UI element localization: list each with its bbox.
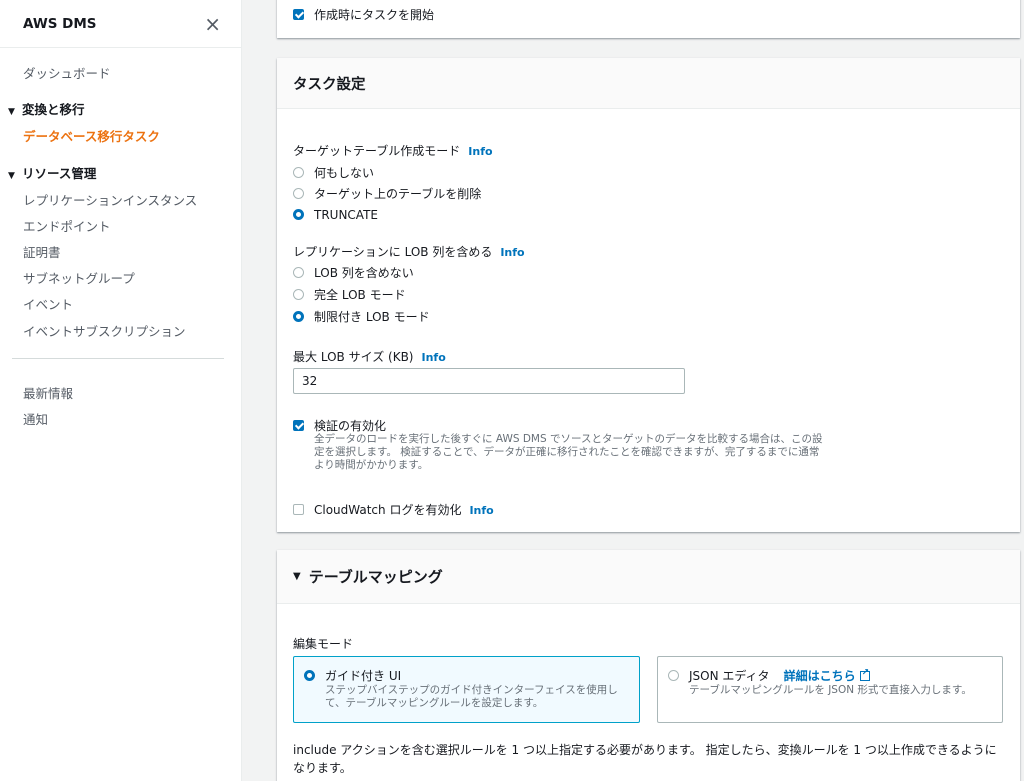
- json-editor-tile[interactable]: JSON エディタ詳細はこちら テーブルマッピングルールを JSON 形式で直接…: [657, 656, 1003, 723]
- info-link[interactable]: Info: [500, 246, 524, 259]
- radio-label: 制限付き LOB モード: [314, 310, 430, 324]
- task-settings-title: タスク設定: [277, 58, 1020, 109]
- sidebar-divider: [12, 358, 224, 359]
- nav-notifications[interactable]: 通知: [23, 409, 48, 428]
- table-mapping-header[interactable]: ▼ テーブルマッピング: [277, 550, 1020, 604]
- edit-mode-label: 編集モード: [293, 637, 354, 651]
- checkbox-label: CloudWatch ログを有効化: [314, 503, 462, 517]
- sidebar-title[interactable]: AWS DMS: [23, 16, 97, 32]
- tile-title: ガイド付き UI: [325, 669, 402, 683]
- radio-selected-icon: [293, 209, 304, 220]
- nav-dashboard[interactable]: ダッシュボード: [23, 63, 111, 82]
- table-mapping-card: ▼ テーブルマッピング 編集モード ガイド付き UI ステップバイステップのガイド…: [277, 550, 1020, 781]
- field-label: ターゲットテーブル作成モード: [293, 144, 461, 158]
- caret-down-icon: ▼: [8, 171, 15, 181]
- nav-section-migration[interactable]: ▼ 変換と移行: [8, 99, 85, 118]
- guided-ui-description: ステップバイステップのガイド付きインターフェイスを使用して、テーブルマッピングル…: [325, 684, 618, 709]
- nav-whats-new[interactable]: 最新情報: [23, 383, 73, 402]
- lob-mode-full[interactable]: 完全 LOB モード: [293, 286, 406, 303]
- lob-mode-limited[interactable]: 制限付き LOB モード: [293, 308, 430, 325]
- nav-replication-instances[interactable]: レプリケーションインスタンス: [23, 190, 197, 209]
- checkbox-icon: [293, 504, 304, 515]
- field-label: 最大 LOB サイズ (KB): [293, 350, 414, 364]
- nav-section-label: リソース管理: [22, 166, 97, 181]
- field-label: レプリケーションに LOB 列を含める: [293, 245, 493, 259]
- link-label: 詳細はこちら: [783, 669, 856, 683]
- radio-label: 完全 LOB モード: [314, 288, 406, 302]
- target-mode-label: ターゲットテーブル作成モード Info: [293, 142, 493, 159]
- checkbox-label: 検証の有効化: [314, 419, 387, 433]
- radio-label: TRUNCATE: [314, 208, 378, 222]
- learn-more-link[interactable]: 詳細はこちら: [783, 668, 870, 683]
- close-icon[interactable]: ×: [204, 14, 221, 34]
- enable-cloudwatch-checkbox[interactable]: CloudWatch ログを有効化 Info: [293, 501, 494, 518]
- caret-down-icon: ▼: [293, 571, 301, 582]
- nav-subnet-groups[interactable]: サブネットグループ: [23, 268, 135, 287]
- target-mode-truncate[interactable]: TRUNCATE: [293, 208, 378, 222]
- json-editor-radio[interactable]: JSON エディタ 詳細はこちら: [668, 667, 870, 684]
- guided-ui-tile[interactable]: ガイド付き UI ステップバイステップのガイド付きインターフェイスを使用して、テ…: [293, 656, 640, 723]
- start-task-card: 作成時にタスクを開始: [277, 0, 1020, 38]
- external-link-icon: [859, 668, 870, 681]
- task-settings-card: タスク設定 ターゲットテーブル作成モード Info 何もしない ターゲット上のテー…: [277, 58, 1020, 532]
- sidebar-header: AWS DMS ×: [0, 0, 241, 48]
- radio-icon: [293, 167, 304, 178]
- radio-icon: [293, 267, 304, 278]
- guided-ui-radio[interactable]: ガイド付き UI: [304, 667, 401, 684]
- target-mode-drop-tables[interactable]: ターゲット上のテーブルを削除: [293, 185, 481, 202]
- nav-event-subscriptions[interactable]: イベントサブスクリプション: [23, 321, 186, 340]
- nav-certificates[interactable]: 証明書: [23, 242, 61, 261]
- nav-section-label: 変換と移行: [22, 102, 85, 117]
- nav-database-migration-tasks[interactable]: データベース移行タスク: [23, 126, 160, 145]
- selection-rule-note: include アクションを含む選択ルールを 1 つ以上指定する必要があります。…: [293, 743, 997, 775]
- max-lob-size-input[interactable]: [293, 368, 685, 394]
- lob-mode-none[interactable]: LOB 列を含めない: [293, 264, 414, 281]
- tile-title: JSON エディタ: [689, 669, 770, 683]
- side-navigation: AWS DMS × ダッシュボード ▼ 変換と移行 データベース移行タスク ▼ リソ…: [0, 0, 242, 781]
- validation-description: 全データのロードを実行した後すぐに AWS DMS でソースとターゲットのデータ…: [314, 433, 823, 471]
- max-lob-size-label: 最大 LOB サイズ (KB) Info: [293, 348, 446, 365]
- enable-validation-checkbox[interactable]: 検証の有効化: [293, 417, 386, 434]
- radio-label: ターゲット上のテーブルを削除: [314, 187, 482, 201]
- check-icon: [293, 9, 304, 20]
- radio-selected-icon: [304, 670, 315, 681]
- checkbox-label: 作成時にタスクを開始: [314, 8, 435, 22]
- info-link[interactable]: Info: [421, 351, 445, 364]
- radio-icon: [293, 289, 304, 300]
- nav-section-resources[interactable]: ▼ リソース管理: [8, 163, 96, 182]
- check-icon: [293, 420, 304, 431]
- info-link[interactable]: Info: [469, 504, 493, 517]
- radio-label: 何もしない: [314, 166, 375, 180]
- table-mapping-title: テーブルマッピング: [308, 568, 443, 586]
- radio-icon: [293, 188, 304, 199]
- start-on-create-checkbox[interactable]: 作成時にタスクを開始: [293, 6, 434, 23]
- radio-label: LOB 列を含めない: [314, 266, 414, 280]
- info-link[interactable]: Info: [468, 145, 492, 158]
- radio-icon: [668, 670, 679, 681]
- target-mode-do-nothing[interactable]: 何もしない: [293, 164, 374, 181]
- radio-selected-icon: [293, 311, 304, 322]
- json-editor-description: テーブルマッピングルールを JSON 形式で直接入力します。: [689, 684, 972, 696]
- nav-endpoints[interactable]: エンドポイント: [23, 216, 111, 235]
- lob-label: レプリケーションに LOB 列を含める Info: [293, 243, 525, 260]
- caret-down-icon: ▼: [8, 107, 15, 117]
- nav-events[interactable]: イベント: [23, 294, 73, 313]
